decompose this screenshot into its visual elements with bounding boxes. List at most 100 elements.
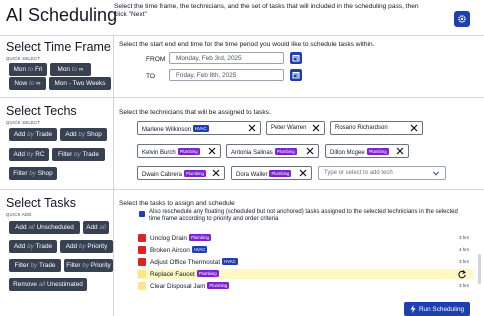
close-icon[interactable]	[306, 147, 314, 155]
trade-badge: Plumbing	[177, 148, 200, 155]
add-by-shop-button[interactable]: Add by Shop	[60, 128, 107, 141]
to-label: TO	[146, 73, 156, 80]
all-text: all	[38, 281, 46, 288]
add-text: Add	[86, 224, 98, 231]
calendar-icon	[292, 72, 300, 79]
filter-text: Filter	[66, 262, 81, 269]
rc-text: RC	[35, 151, 45, 158]
task-row[interactable]: Adjust Office Thermostat HVAC 3 hrs	[137, 257, 473, 267]
reschedule-checkbox-label: Also reschedule any floating (scheduled …	[149, 209, 458, 223]
gear-icon	[458, 15, 466, 23]
trade-text: Trade	[39, 262, 56, 269]
tech-name: Kelvin Burch	[142, 150, 176, 156]
task-name: Adjust Office Thermostat HVAC	[150, 258, 238, 266]
to-calendar-button[interactable]	[290, 69, 302, 81]
trade-badge: Plumbing	[274, 148, 297, 155]
priority-marker	[138, 246, 146, 254]
task-row[interactable]: Unclog Drain Plumbing 3 hrs	[137, 233, 473, 243]
filter-by-trade-button[interactable]: Filter by Trade	[52, 148, 105, 161]
add-by-trade-button[interactable]: Add by Trade	[9, 128, 57, 141]
priority-marker	[138, 270, 146, 278]
task-row[interactable]: Replace Faucet Plumbing	[137, 269, 473, 279]
trade-badge: Plumbing	[269, 170, 292, 177]
now-to-infinity-button[interactable]: Now to ∞	[9, 77, 46, 90]
filter-text: Filter	[13, 170, 28, 177]
tech-chip: Marlene Wilkinson HVAC	[137, 121, 261, 135]
priority-text: Priority	[90, 262, 111, 269]
close-icon[interactable]	[312, 124, 320, 132]
timeframe-description: Select the start end end time for the ti…	[119, 41, 375, 48]
close-icon[interactable]	[410, 124, 418, 132]
from-date-field[interactable]: Monday, Feb 3rd, 2025	[169, 52, 284, 64]
remove-all-unestimated-button[interactable]: Remove all Unestimated	[9, 278, 87, 291]
task-name: Broken Aircon HVAC	[150, 246, 208, 254]
reschedule-checkbox[interactable]	[139, 211, 145, 217]
task-row[interactable]: Clear Disposal Jam Plumbing 3 hrs	[137, 281, 473, 291]
tech-chip: Kelvin Burch Plumbing	[137, 144, 221, 158]
redo-icon[interactable]	[457, 269, 467, 279]
run-scheduling-button[interactable]: Run Scheduling	[404, 302, 470, 316]
settings-button[interactable]	[454, 11, 470, 27]
header-description: Select the time frame, the technicians, …	[114, 3, 419, 19]
close-icon[interactable]	[212, 169, 220, 177]
add-by-rc-button[interactable]: Add by RC	[9, 148, 49, 161]
close-icon[interactable]	[248, 124, 256, 132]
techs-quick-select-label: QUICK SELECT	[6, 120, 41, 125]
task-hours: 3 hrs	[458, 259, 469, 264]
shop-text: Shop	[86, 131, 102, 138]
trade-text: Trade	[35, 131, 53, 138]
tech-chip: Rosario Richardson	[330, 121, 423, 135]
section-divider	[0, 97, 484, 98]
tech-name: Antonia Salinas	[231, 150, 273, 156]
to-date-field[interactable]: Friday, Feb 8th, 2025	[169, 69, 284, 81]
tech-name: Rosario Richardson	[335, 125, 388, 131]
to-text: to	[28, 80, 35, 87]
to-text: to	[27, 66, 34, 73]
techs-title: Select Techs	[6, 104, 77, 118]
priority-marker	[138, 282, 146, 290]
filter-text: Filter	[58, 151, 73, 158]
add-by-trade-button[interactable]: Add by Trade	[9, 240, 57, 253]
by-text: by	[26, 151, 34, 158]
by-text: by	[29, 170, 36, 177]
add-text: Add	[13, 131, 26, 138]
trade-badge: Plumbing	[184, 170, 206, 177]
mon-two-weeks-button[interactable]: Mon - Two Weeks	[49, 77, 111, 90]
tech-chip: Antonia Salinas Plumbing	[226, 144, 319, 158]
close-icon[interactable]	[396, 147, 404, 155]
filter-by-trade-button[interactable]: Filter by Trade	[9, 259, 61, 272]
trade-badge: Plumbing	[207, 282, 230, 289]
mon-text: Mon	[13, 66, 27, 73]
priority-text: Priority	[87, 243, 108, 250]
priority-marker	[138, 234, 146, 242]
tasks-description: Select the tasks to assign and schedule	[119, 200, 235, 207]
by-text: by	[78, 131, 86, 138]
task-list-scrollbar[interactable]	[478, 254, 481, 284]
tasks-title: Select Tasks	[6, 196, 76, 210]
tech-name: Marlene Wilkinson	[142, 127, 192, 133]
add-by-priority-button[interactable]: Add by Priority	[60, 240, 113, 253]
now-text: Now	[14, 80, 28, 87]
add-text: Add	[65, 131, 77, 138]
add-tech-placeholder: Type or select to add tech	[324, 170, 393, 176]
chevron-down-icon[interactable]	[433, 171, 439, 176]
add-all-unscheduled-button[interactable]: Add all Unscheduled	[9, 221, 80, 234]
trade-badge: HVAC	[222, 258, 238, 265]
task-name: Clear Disposal Jam Plumbing	[150, 282, 230, 290]
infinity-text: ∞	[36, 80, 41, 87]
add-all-button[interactable]: Add all	[83, 221, 109, 234]
mon-to-infinity-button[interactable]: Mon to ∞	[50, 63, 91, 76]
close-icon[interactable]	[208, 147, 216, 155]
task-hours: 3 hrs	[458, 283, 469, 288]
filter-by-shop-button[interactable]: Filter by Shop	[9, 167, 57, 180]
tech-name: Dora Waller	[236, 172, 268, 178]
add-text: Add	[13, 243, 26, 250]
task-row[interactable]: Broken Aircon HVAC 4 hrs	[137, 245, 473, 255]
from-calendar-button[interactable]	[290, 52, 302, 64]
ai-scheduling-app: AI Scheduling Select the time frame, the…	[0, 0, 484, 316]
add-tech-input[interactable]: Type or select to add tech	[318, 166, 446, 180]
filter-by-priority-button[interactable]: Filter by Priority	[64, 259, 113, 272]
all-text: all	[28, 224, 35, 231]
close-icon[interactable]	[299, 169, 307, 177]
mon-to-fri-button[interactable]: Mon to Fri	[9, 63, 47, 76]
